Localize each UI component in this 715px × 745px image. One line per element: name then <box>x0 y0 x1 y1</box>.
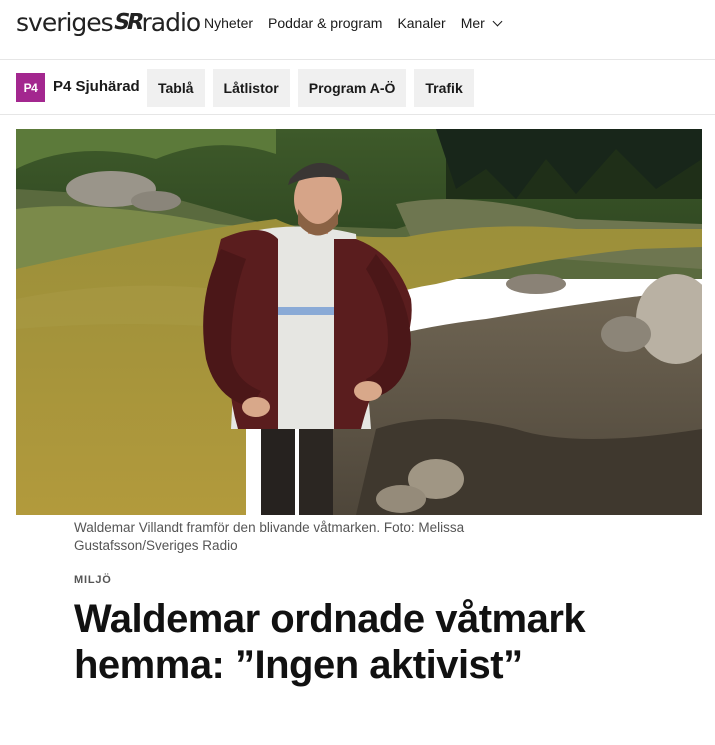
main-nav: Nyheter Poddar & program Kanaler Mer <box>204 14 516 32</box>
nav-podcasts-programs[interactable]: Poddar & program <box>268 14 382 32</box>
logo-text-left: sveriges <box>16 7 114 37</box>
nav-channels[interactable]: Kanaler <box>397 14 445 32</box>
p4-channel-icon[interactable]: P4 <box>16 73 45 102</box>
wetland-photo <box>16 129 702 515</box>
channel-tabs: Tablå Låtlistor Program A-Ö Trafik <box>147 69 474 107</box>
article-category[interactable]: MILJÖ <box>74 574 112 586</box>
site-header: sveriges SR radio Nyheter Poddar & progr… <box>0 0 715 60</box>
chevron-down-icon <box>492 16 503 26</box>
sveriges-radio-logo[interactable]: sveriges SR radio <box>16 7 202 37</box>
channel-bar: P4 P4 Sjuhärad Tablå Låtlistor Program A… <box>0 61 715 115</box>
nav-more-menu[interactable]: Mer <box>460 14 503 32</box>
logo-text-right: radio <box>141 7 202 37</box>
tab-programs-a-o[interactable]: Program A-Ö <box>297 69 407 107</box>
nav-more-label: Mer <box>460 15 485 31</box>
article-hero-image <box>16 129 702 515</box>
tab-playlists[interactable]: Låtlistor <box>212 69 290 107</box>
image-caption: Waldemar Villandt framför den blivande v… <box>74 520 465 553</box>
tab-schedule[interactable]: Tablå <box>147 69 205 107</box>
nav-news[interactable]: Nyheter <box>204 14 253 32</box>
channel-name[interactable]: P4 Sjuhärad <box>53 78 140 95</box>
sr-logo-mark: SR <box>111 9 144 35</box>
article-headline: Waldemar ordnade våtmark hemma: ”Ingen a… <box>74 597 586 687</box>
tab-traffic[interactable]: Trafik <box>414 69 474 107</box>
